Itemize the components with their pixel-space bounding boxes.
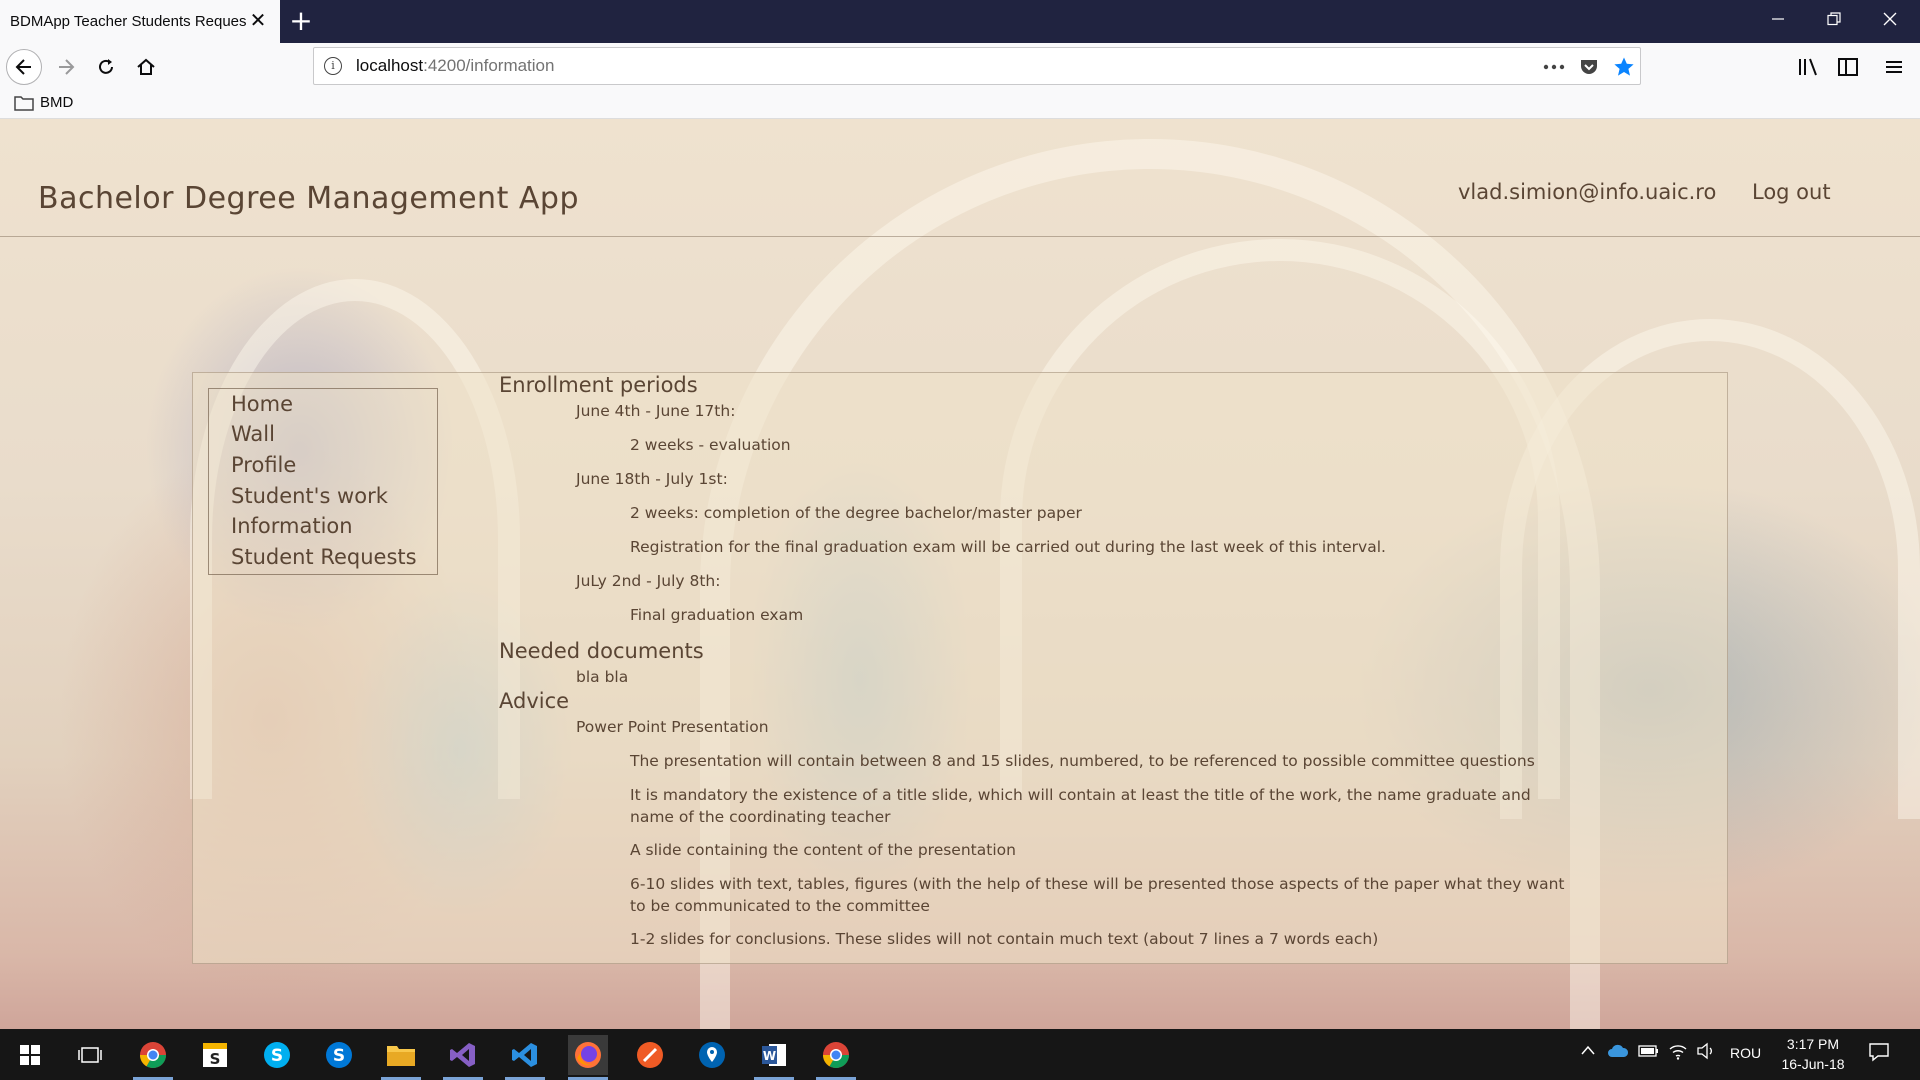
list-item: 6-10 slides with text, tables, figures (…: [630, 875, 1565, 915]
menu-item-profile[interactable]: Profile: [231, 453, 296, 477]
list-item: 2 weeks: completion of the degree bachel…: [630, 504, 1082, 522]
menu-item-wall[interactable]: Wall: [231, 422, 275, 446]
list-item: Registration for the final graduation ex…: [630, 538, 1386, 556]
bookmarks-bar: BMD: [0, 89, 1920, 119]
task-view-button[interactable]: [70, 1035, 110, 1075]
browser-tab-bar: BDMApp Teacher Students Requests ✕ +: [0, 0, 1920, 43]
app-title: Bachelor Degree Management App: [38, 181, 579, 216]
word-taskbar-icon[interactable]: W: [754, 1035, 794, 1080]
chrome-taskbar-icon[interactable]: [133, 1035, 173, 1080]
side-menu: Home Wall Profile Student's work Informa…: [208, 388, 438, 575]
firefox-taskbar-icon[interactable]: [568, 1035, 608, 1080]
app-header: [0, 119, 1920, 237]
new-tab-button[interactable]: +: [288, 7, 314, 35]
info-icon[interactable]: i: [324, 57, 342, 75]
tab-title: BDMApp Teacher Students Requests: [10, 13, 246, 30]
task-view-icon: [78, 1047, 102, 1063]
browser-nav-bar: i localhost:4200/information: [0, 43, 1920, 89]
section-title-documents: Needed documents: [499, 639, 704, 663]
maps-taskbar-icon[interactable]: [692, 1035, 732, 1075]
svg-text:S: S: [333, 1046, 345, 1066]
chevron-up-icon[interactable]: [1580, 1043, 1596, 1059]
menu-item-information[interactable]: Information: [231, 514, 353, 538]
list-item: It is mandatory the existence of a title…: [630, 786, 1531, 826]
sidebar-icon[interactable]: [1834, 53, 1862, 81]
list-item: Final graduation exam: [630, 606, 804, 624]
svg-text:S: S: [210, 1050, 221, 1068]
page-actions-icon[interactable]: [1542, 55, 1566, 79]
clock-date: 16-Jun-18: [1781, 1056, 1845, 1072]
store-taskbar-icon[interactable]: S: [195, 1035, 235, 1075]
language-indicator[interactable]: ROU: [1730, 1045, 1761, 1061]
onedrive-icon[interactable]: [1607, 1044, 1629, 1061]
close-window-icon[interactable]: [1862, 0, 1918, 43]
clock-time: 3:17 PM: [1786, 1036, 1840, 1052]
list-item: The presentation will contain between 8 …: [630, 752, 1535, 770]
period-label: June 18th - July 1st:: [576, 470, 728, 488]
library-icon[interactable]: [1794, 53, 1822, 81]
windows-icon: [20, 1045, 40, 1065]
reload-button[interactable]: [88, 49, 124, 85]
home-icon: [137, 58, 155, 75]
section-title-enrollment: Enrollment periods: [499, 373, 698, 397]
url-host: localhost: [356, 56, 424, 75]
vscode-taskbar-icon[interactable]: [505, 1035, 545, 1080]
bookmark-folder-label: BMD: [40, 94, 74, 111]
visual-studio-taskbar-icon[interactable]: [443, 1035, 483, 1080]
menu-icon[interactable]: [1880, 53, 1908, 81]
page-background: Bachelor Degree Management App vlad.simi…: [0, 119, 1920, 1029]
menu-item-home[interactable]: Home: [231, 392, 293, 416]
advice-subtitle: Power Point Presentation: [576, 718, 769, 736]
back-button[interactable]: [6, 49, 42, 85]
list-item: 2 weeks - evaluation: [630, 436, 791, 454]
volume-icon[interactable]: [1696, 1042, 1716, 1063]
browser-tab[interactable]: BDMApp Teacher Students Requests ✕: [0, 0, 280, 43]
list-item: 1-2 slides for conclusions. These slides…: [630, 930, 1379, 948]
skype-taskbar-icon[interactable]: S: [257, 1035, 297, 1075]
home-button[interactable]: [128, 49, 164, 85]
url-bar[interactable]: i localhost:4200/information: [313, 47, 1641, 85]
period-label: JuLy 2nd - July 8th:: [576, 572, 721, 590]
svg-text:W: W: [763, 1049, 776, 1063]
wifi-icon[interactable]: [1668, 1042, 1688, 1063]
documents-text: bla bla: [576, 668, 629, 686]
logout-link[interactable]: Log out: [1752, 180, 1831, 204]
start-button[interactable]: [10, 1035, 50, 1075]
period-label: June 4th - June 17th:: [576, 402, 736, 420]
section-title-advice: Advice: [499, 689, 570, 713]
url-path: :4200/information: [423, 56, 555, 75]
menu-item-student-requests[interactable]: Student Requests: [231, 545, 417, 569]
folder-icon: [14, 95, 34, 111]
forward-button[interactable]: [48, 49, 84, 85]
taskbar-clock[interactable]: 3:17 PM 16-Jun-18: [1768, 1034, 1858, 1074]
svg-text:S: S: [271, 1046, 283, 1066]
taskbar: S S S W ROU 3:17 PM 16-Jun-18: [0, 1029, 1920, 1080]
postman-taskbar-icon[interactable]: [630, 1035, 670, 1075]
arrow-left-icon: [15, 59, 31, 75]
menu-item-students-work[interactable]: Student's work: [231, 484, 388, 508]
chrome-taskbar-icon[interactable]: [816, 1035, 856, 1080]
notifications-icon[interactable]: [1868, 1042, 1890, 1065]
user-email-link[interactable]: vlad.simion@info.uaic.ro: [1458, 180, 1716, 204]
reload-icon: [99, 59, 113, 74]
url-text[interactable]: localhost:4200/information: [356, 56, 554, 76]
skype-business-taskbar-icon[interactable]: S: [319, 1035, 359, 1075]
bookmark-star-icon[interactable]: [1612, 55, 1636, 79]
battery-icon[interactable]: [1638, 1044, 1660, 1061]
list-item: A slide containing the content of the pr…: [630, 841, 1016, 859]
close-tab-icon[interactable]: ✕: [248, 10, 268, 30]
minimize-window-icon[interactable]: [1750, 0, 1806, 43]
restore-window-icon[interactable]: [1806, 0, 1862, 43]
bookmark-folder[interactable]: BMD: [14, 94, 73, 111]
file-explorer-taskbar-icon[interactable]: [381, 1035, 421, 1080]
pocket-icon[interactable]: [1577, 55, 1601, 79]
arrow-right-icon: [59, 59, 75, 75]
